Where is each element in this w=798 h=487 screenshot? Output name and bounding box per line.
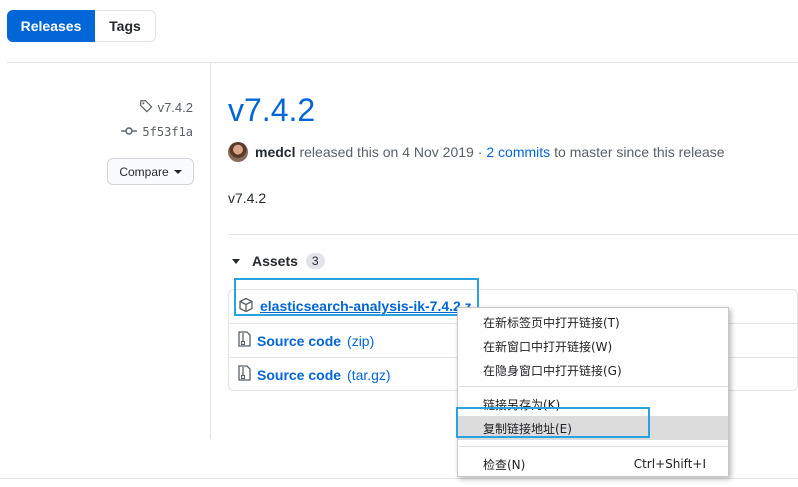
release-notes: v7.4.2 xyxy=(228,190,267,206)
avatar[interactable] xyxy=(228,142,248,162)
menu-item-inspect[interactable]: 检查(N) Ctrl+Shift+I xyxy=(458,452,728,476)
triangle-down-icon xyxy=(232,258,240,264)
since-text: to master since this release xyxy=(554,144,725,160)
asset-link[interactable]: Source code xyxy=(257,333,341,349)
release-byline: medcl released this on 4 Nov 2019 · 2 co… xyxy=(228,142,725,162)
assets-count: 3 xyxy=(305,253,325,269)
menu-separator xyxy=(459,446,728,447)
release-commit[interactable]: 5f53f1a xyxy=(121,125,193,139)
caret-down-icon xyxy=(173,169,182,174)
release-tabs: Releases Tags xyxy=(7,10,156,42)
menu-item-label: 检查(N) xyxy=(483,457,526,472)
assets-heading: Assets xyxy=(252,253,298,269)
menu-item-label: 在新标签页中打开链接(T) xyxy=(483,315,620,330)
tag-label: v7.4.2 xyxy=(157,100,193,115)
asset-link[interactable]: Source code xyxy=(257,367,341,383)
menu-item-label: 在新窗口中打开链接(W) xyxy=(483,339,613,354)
tag-icon xyxy=(139,99,153,116)
timeline-divider xyxy=(210,63,211,439)
author-link[interactable]: medcl xyxy=(255,144,295,160)
released-text: released this on 4 Nov 2019 · xyxy=(299,144,483,160)
header-divider xyxy=(7,62,798,63)
context-menu: 在新标签页中打开链接(T) 在新窗口中打开链接(W) 在隐身窗口中打开链接(G)… xyxy=(457,307,729,477)
release-title[interactable]: v7.4.2 xyxy=(228,92,315,129)
asset-highlight-box xyxy=(234,278,479,316)
tab-tags[interactable]: Tags xyxy=(95,10,156,42)
file-zip-icon xyxy=(238,365,251,384)
menu-item-open-incognito[interactable]: 在隐身窗口中打开链接(G) xyxy=(458,358,728,382)
assets-toggle[interactable]: Assets 3 xyxy=(232,253,325,269)
asset-kind[interactable]: (zip) xyxy=(347,333,374,349)
release-tag[interactable]: v7.4.2 xyxy=(139,99,193,116)
asset-kind[interactable]: (tar.gz) xyxy=(347,367,391,383)
menu-separator xyxy=(459,386,728,387)
footer-divider xyxy=(0,478,798,479)
compare-label: Compare xyxy=(119,164,169,179)
menu-item-label: 在隐身窗口中打开链接(G) xyxy=(483,363,622,378)
commit-sha: 5f53f1a xyxy=(142,125,193,139)
menu-item-shortcut: Ctrl+Shift+I xyxy=(633,457,706,471)
copy-link-highlight-box xyxy=(456,407,650,438)
git-commit-icon xyxy=(121,125,138,139)
commits-link[interactable]: 2 commits xyxy=(486,144,550,160)
tab-releases[interactable]: Releases xyxy=(7,10,95,42)
menu-item-open-new-tab[interactable]: 在新标签页中打开链接(T) xyxy=(458,310,728,334)
menu-item-open-new-window[interactable]: 在新窗口中打开链接(W) xyxy=(458,334,728,358)
file-zip-icon xyxy=(238,331,251,350)
compare-button[interactable]: Compare xyxy=(107,158,194,185)
release-divider xyxy=(228,234,798,235)
